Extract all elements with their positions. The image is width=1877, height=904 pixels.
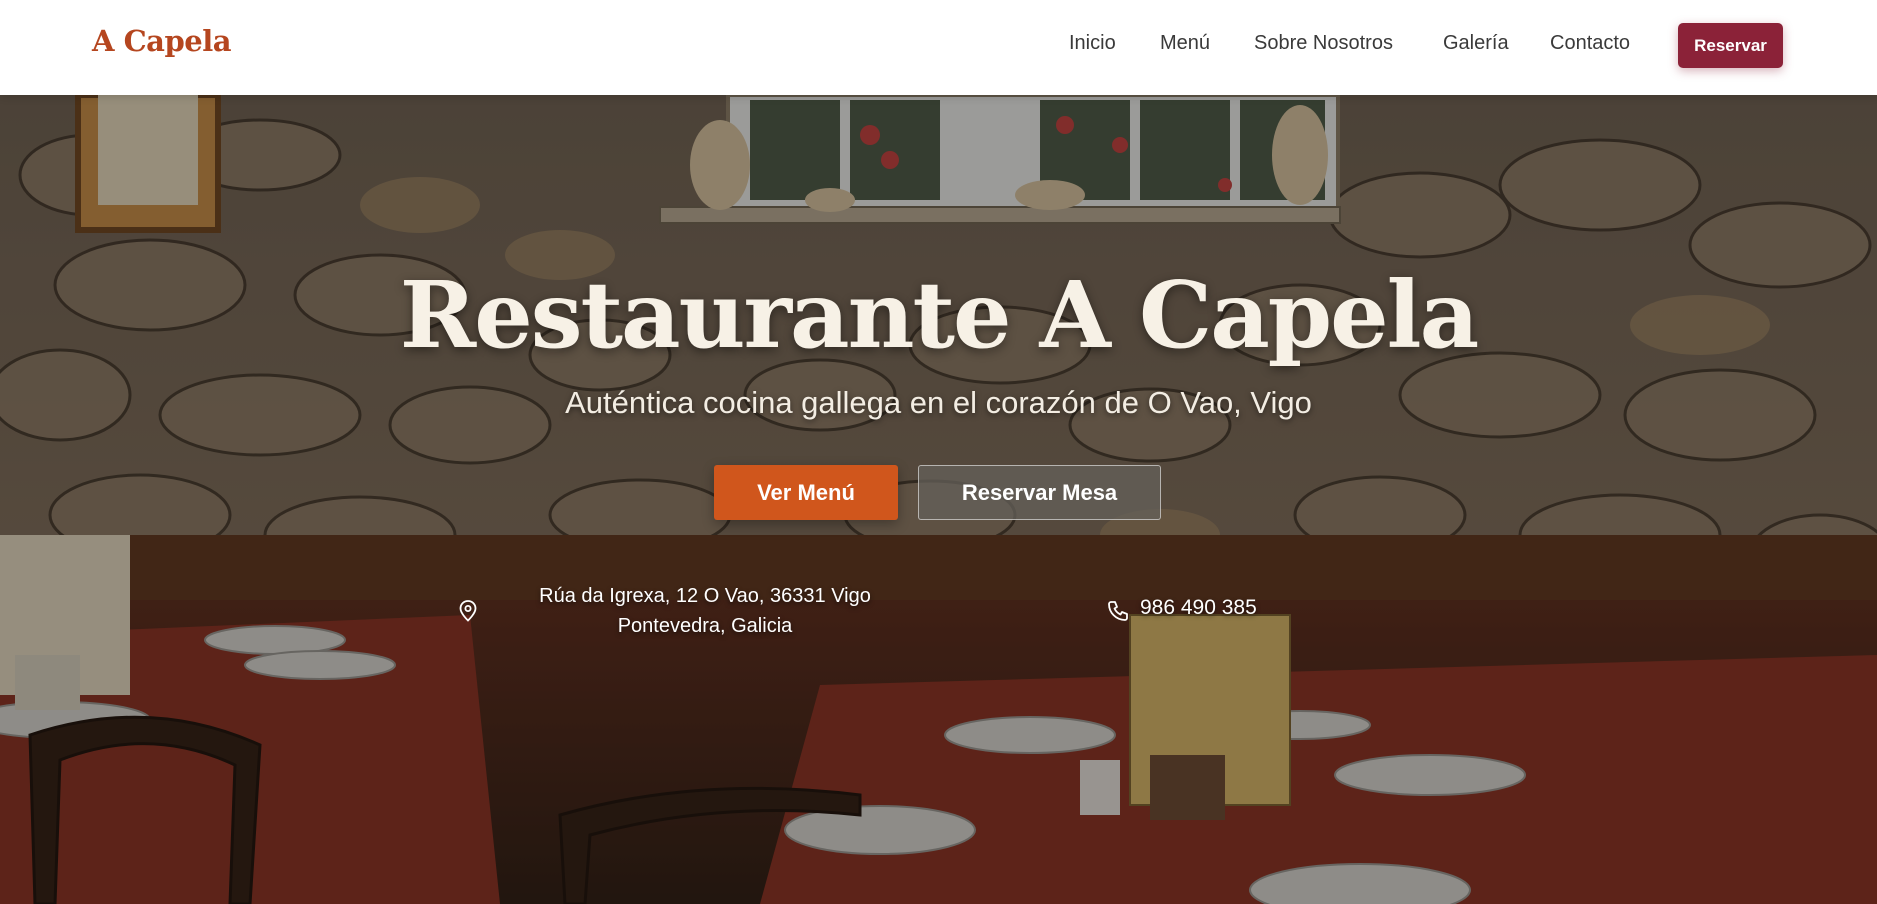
address-line-2: Pontevedra, Galicia	[617, 615, 793, 637]
nav-item-inicio[interactable]: Inicio	[1069, 32, 1116, 55]
nav-item-sobre-nosotros[interactable]: Sobre Nosotros	[1254, 32, 1393, 55]
view-menu-button[interactable]: Ver Menú	[714, 465, 898, 520]
site-header: A Capela Inicio Menú Sobre Nosotros Gale…	[0, 0, 1877, 95]
restaurant-address: Rúa da Igrexa, 12 O Vao, 36331 Vigo Pont…	[505, 581, 905, 641]
map-pin-icon	[459, 600, 477, 622]
nav-item-contacto[interactable]: Contacto	[1550, 32, 1630, 55]
nav-item-galeria[interactable]: Galería	[1443, 32, 1509, 55]
reserve-button[interactable]: Reservar	[1678, 23, 1783, 68]
main-nav: Inicio Menú Sobre Nosotros Galería Conta…	[0, 32, 1877, 62]
address-line-1: Rúa da Igrexa, 12 O Vao, 36331 Vigo	[539, 585, 871, 607]
hero-title: Restaurante A Capela	[399, 261, 1479, 369]
phone-icon	[1108, 601, 1128, 621]
nav-item-menu[interactable]: Menú	[1160, 32, 1210, 55]
phone-number[interactable]: 986 490 385	[1140, 596, 1257, 620]
reserve-table-button[interactable]: Reservar Mesa	[918, 465, 1161, 520]
hero-subtitle: Auténtica cocina gallega en el corazón d…	[565, 385, 1312, 420]
hero-section: Restaurante A Capela Auténtica cocina ga…	[0, 95, 1877, 904]
